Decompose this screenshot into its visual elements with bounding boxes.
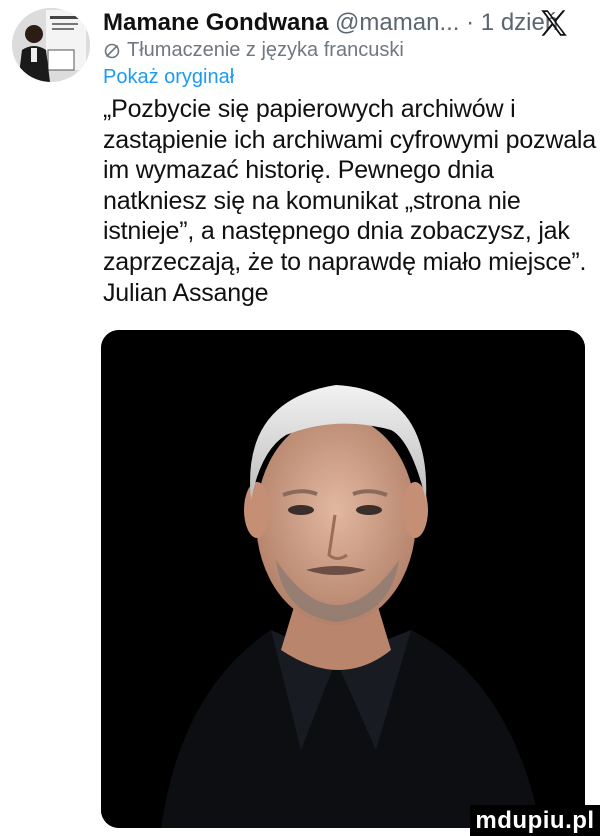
tweet-text: „Pozbycie się papierowych archiwów i zas… <box>103 94 596 308</box>
avatar-image <box>12 8 90 82</box>
tweet-text-line: Julian Assange <box>103 278 269 307</box>
tweet-text-line: „Pozbycie się papierowych archiwów i <box>103 95 516 123</box>
site-watermark: mdupiu.pl <box>470 805 600 836</box>
tweet-photo[interactable] <box>101 330 585 828</box>
x-logo-icon <box>541 10 567 36</box>
tweet-text-line: zastąpienie ich archiwami cyfrowymi pozw… <box>103 125 596 154</box>
translation-label: Tłumaczenie z języka francuski <box>127 39 404 61</box>
tweet-text-line: natkniesz się na komunikat „strona nie <box>103 186 521 215</box>
tweet-text-line: im wymazać historię. Pewnego dnia <box>103 156 494 185</box>
tweet-text-line: zaprzeczają, że to naprawdę miało miejsc… <box>103 247 587 276</box>
show-original-link[interactable]: Pokaż oryginał <box>103 66 234 89</box>
translation-notice: Tłumaczenie z języka francuski <box>103 39 404 62</box>
tweet-text-line: istnieje”, a następnego dnia zobaczysz, … <box>103 217 570 246</box>
tweet-header: Mamane Gondwana @maman... · 1 dzień <box>103 8 558 38</box>
separator-dot: · <box>466 9 475 36</box>
translate-icon <box>104 43 120 58</box>
author-avatar[interactable] <box>12 8 90 82</box>
portrait-image <box>101 330 585 828</box>
author-handle[interactable]: @maman... <box>335 9 459 36</box>
author-name[interactable]: Mamane Gondwana <box>103 9 328 36</box>
